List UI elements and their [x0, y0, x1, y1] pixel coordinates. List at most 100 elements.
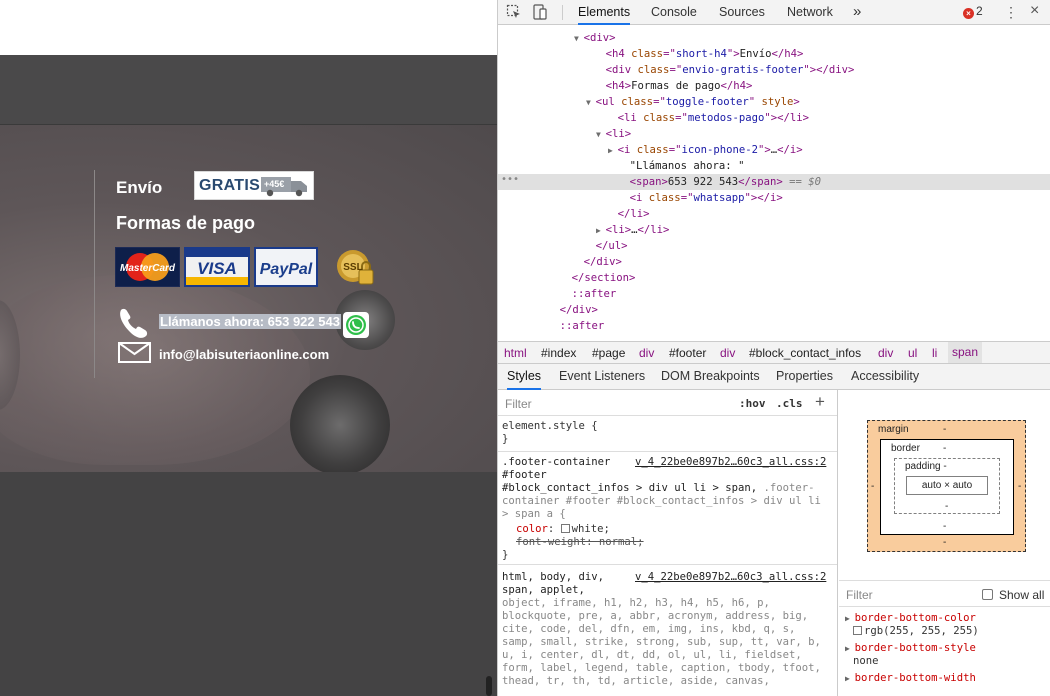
- breadcrumb-item[interactable]: #footer: [669, 346, 706, 360]
- rule-selector: thead, tr, th, td, article, aside, canva…: [502, 675, 770, 687]
- breadcrumb-item[interactable]: html: [504, 346, 527, 360]
- site-header: [0, 0, 497, 55]
- computed-property[interactable]: ▶ border-bottom-color rgb(255, 255, 255): [845, 612, 979, 638]
- color-swatch-icon[interactable]: [560, 524, 570, 533]
- box-model-padding[interactable]: padding - auto × auto -: [894, 458, 1000, 514]
- dom-node[interactable]: ::after: [562, 286, 617, 302]
- dom-node[interactable]: </div>: [550, 302, 598, 318]
- rule-selector: #footer: [502, 469, 547, 481]
- breadcrumb-item[interactable]: div: [639, 346, 654, 360]
- computed-filter-input[interactable]: Filter: [846, 588, 873, 602]
- phone-text-selected[interactable]: Llámanos ahora: 653 922 543: [159, 314, 341, 329]
- free-shipping-amount: +45€: [264, 179, 284, 189]
- dom-node[interactable]: ▼ <div>: [574, 30, 616, 46]
- device-toolbar-icon[interactable]: [532, 4, 548, 20]
- tab-event-listeners[interactable]: Event Listeners: [559, 364, 645, 390]
- mastercard-label: MasterCard: [120, 263, 176, 274]
- close-icon[interactable]: ×: [1030, 2, 1039, 20]
- css-property-font-weight[interactable]: font-weight: normal;: [516, 536, 644, 549]
- rule-source-link[interactable]: v_4_22be0e897b2…60c3_all.css:2: [635, 456, 826, 469]
- rule-selector: html, body, div,: [502, 571, 605, 583]
- more-tabs-chevron-icon[interactable]: »: [853, 0, 861, 25]
- collapse-triangle-icon: [586, 242, 596, 251]
- dom-node[interactable]: <h4>Formas de pago</h4>: [596, 78, 753, 94]
- breadcrumb: html #index #page div #footer div #block_conta…: [498, 341, 1050, 364]
- expand-triangle-icon[interactable]: ▼: [586, 98, 596, 107]
- toolbar-separator: [562, 5, 563, 20]
- inspect-element-icon[interactable]: [506, 4, 522, 20]
- paypal-logo: PayPal: [254, 247, 318, 287]
- dom-node[interactable]: </div>: [574, 254, 622, 270]
- dom-node[interactable]: ▶ <li>…</li>: [596, 222, 669, 238]
- dom-node[interactable]: "Llámanos ahora: ": [620, 158, 745, 174]
- rule-selector: container #footer #block_contact_infos >…: [502, 495, 821, 507]
- css-property-color[interactable]: color: white;: [516, 523, 610, 536]
- kebab-menu-icon[interactable]: ⋮: [1004, 4, 1018, 21]
- dom-node[interactable]: </li>: [608, 206, 650, 222]
- error-icon: ×: [963, 8, 974, 19]
- breadcrumb-item[interactable]: ul: [908, 346, 917, 360]
- dom-node[interactable]: <h4 class="short-h4">Envío</h4>: [596, 46, 804, 62]
- collapse-triangle-icon: [608, 210, 618, 219]
- box-model-border[interactable]: border - - padding - auto × auto -: [880, 439, 1014, 535]
- expand-triangle-icon[interactable]: ▼: [596, 130, 606, 139]
- tab-console[interactable]: Console: [651, 0, 697, 25]
- box-model-content[interactable]: auto × auto: [906, 476, 988, 495]
- breadcrumb-item[interactable]: #block_contact_infos: [749, 346, 861, 360]
- computed-property[interactable]: ▶ border-bottom-style none: [845, 642, 976, 668]
- dom-node[interactable]: ▶ <i class="icon-phone-2">…</i>: [608, 142, 803, 158]
- whatsapp-icon[interactable]: [343, 312, 369, 338]
- breadcrumb-item[interactable]: #index: [541, 346, 576, 360]
- breadcrumb-item[interactable]: li: [932, 346, 937, 360]
- border-bottom-value: -: [943, 521, 947, 532]
- dom-node[interactable]: </ul>: [586, 238, 628, 254]
- tab-sources[interactable]: Sources: [719, 0, 765, 25]
- rule-source-link[interactable]: v_4_22be0e897b2…60c3_all.css:2: [635, 571, 826, 584]
- styles-filter-input[interactable]: Filter: [505, 397, 532, 411]
- email-link[interactable]: info@labisuteriaonline.com: [159, 347, 329, 362]
- computed-property[interactable]: ▶ border-bottom-width: [845, 672, 976, 685]
- color-swatch-icon[interactable]: [853, 626, 862, 635]
- dom-tree[interactable]: ••• ▼ <div> <h4 class="short-h4">Envío</…: [498, 25, 1050, 341]
- rule-selector: u, i, center, dl, dt, dd, ol, ul, li, fi…: [502, 649, 802, 661]
- phone-contact[interactable]: Llámanos ahora: 653 922 543: [159, 314, 341, 329]
- hover-state-toggle[interactable]: :hov: [739, 397, 766, 410]
- node-actions-icon[interactable]: •••: [501, 174, 519, 185]
- show-all-checkbox[interactable]: [982, 589, 993, 600]
- ssl-lock-icon: SSL: [337, 250, 374, 285]
- new-rule-button[interactable]: +: [815, 392, 825, 412]
- styles-pane: Filter :hov .cls + element.style { } .fo…: [498, 390, 838, 696]
- element-style-rule[interactable]: element.style { }: [498, 416, 837, 452]
- collapse-triangle-icon[interactable]: ▶: [608, 146, 618, 155]
- tab-properties[interactable]: Properties: [776, 364, 833, 390]
- page-scrollbar[interactable]: [486, 676, 492, 696]
- dom-node[interactable]: <div class="envio-gratis-footer"></div>: [596, 62, 855, 78]
- rule-selector: form, label, legend, table, caption, tbo…: [502, 662, 821, 674]
- breadcrumb-item[interactable]: #page: [592, 346, 625, 360]
- breadcrumb-item[interactable]: div: [878, 346, 893, 360]
- class-toggle[interactable]: .cls: [776, 397, 803, 410]
- tab-styles[interactable]: Styles: [507, 364, 542, 390]
- collapse-triangle-icon[interactable]: ▶: [596, 226, 606, 235]
- footer-container-rule[interactable]: .footer-container v_4_22be0e897b2…60c3_a…: [498, 452, 837, 565]
- collapse-triangle-icon: [620, 194, 630, 203]
- expand-triangle-icon[interactable]: ▼: [574, 34, 584, 43]
- phone-icon: [120, 308, 148, 338]
- error-counter[interactable]: × 2: [963, 4, 983, 19]
- tab-network[interactable]: Network: [787, 0, 833, 25]
- breadcrumb-item[interactable]: div: [720, 346, 735, 360]
- site-nav-band: [0, 55, 497, 125]
- dom-node[interactable]: <span>653 922 543</span> == $0: [620, 174, 821, 190]
- dom-node[interactable]: <li class="metodos-pago"></li>: [608, 110, 809, 126]
- dom-node[interactable]: ::after: [550, 318, 605, 334]
- box-model-margin[interactable]: margin - - - - border - - padding - auto…: [867, 420, 1026, 552]
- dom-node[interactable]: ▼ <li>: [596, 126, 631, 142]
- dom-node[interactable]: ▼ <ul class="toggle-footer" style>: [586, 94, 800, 110]
- tab-accessibility[interactable]: Accessibility: [851, 364, 919, 390]
- reset-rule[interactable]: v_4_22be0e897b2…60c3_all.css:2 html, bod…: [498, 567, 837, 696]
- dom-node[interactable]: <i class="whatsapp"></i>: [620, 190, 783, 206]
- breadcrumb-item[interactable]: span: [948, 342, 983, 363]
- tab-elements[interactable]: Elements: [578, 0, 631, 25]
- tab-dom-breakpoints[interactable]: DOM Breakpoints: [661, 364, 760, 390]
- dom-node[interactable]: </section>: [562, 270, 636, 286]
